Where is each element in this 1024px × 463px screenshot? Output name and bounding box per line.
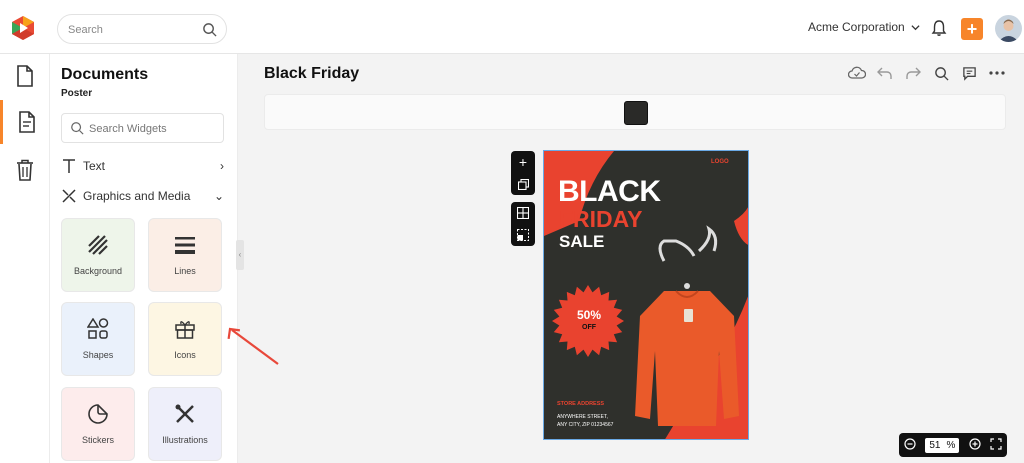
panel-collapse-handle[interactable]: ‹	[236, 240, 244, 270]
tile-stickers-label: Stickers	[81, 435, 114, 445]
section-graphics-label: Graphics and Media	[83, 189, 191, 203]
fullscreen-icon[interactable]	[990, 437, 1002, 453]
global-search[interactable]	[57, 14, 227, 44]
trash-icon	[17, 159, 33, 181]
zoom-control: 51 %	[899, 433, 1007, 457]
document-title[interactable]: Black Friday	[264, 65, 359, 83]
zoom-value: 51	[929, 439, 941, 451]
redo-icon[interactable]	[904, 64, 922, 82]
poster-line-friday: FRIDAY	[559, 206, 643, 232]
shapes-icon	[87, 318, 109, 339]
sticker-icon	[88, 404, 108, 424]
bell-icon[interactable]	[930, 19, 948, 37]
search-icon	[71, 122, 84, 135]
zoom-value-box[interactable]: 51 %	[925, 437, 960, 453]
fill-color-swatch[interactable]	[624, 101, 648, 125]
grid-icon[interactable]	[511, 202, 535, 224]
poster-address-2: ANY CITY, ZIP 01234567	[557, 422, 614, 428]
rail-item-documents[interactable]	[0, 54, 50, 98]
gift-icon	[175, 321, 195, 339]
resize-icon[interactable]	[511, 224, 535, 246]
zoom-in-icon[interactable]	[969, 437, 981, 453]
panel-title: Documents	[61, 66, 149, 83]
editor-toolbar	[848, 64, 1006, 82]
rail-item-trash[interactable]	[0, 148, 50, 192]
poster-logo: LOGO	[711, 159, 729, 165]
search-icon[interactable]	[202, 22, 217, 37]
tile-lines-label: Lines	[174, 266, 196, 276]
annotation-arrow-icon	[227, 327, 279, 365]
poster-line-black: BLACK	[558, 175, 661, 208]
chevron-down-icon	[911, 24, 920, 30]
tile-stickers[interactable]: Stickers	[61, 387, 135, 461]
widget-panel: Documents Poster Text › Graphics and Med…	[50, 54, 238, 463]
document-lines-icon	[18, 111, 35, 133]
poster-badge-text: OFF	[582, 324, 596, 331]
graphics-icon	[62, 189, 76, 203]
section-text-label: Text	[83, 159, 106, 173]
panel-subtitle: Poster	[61, 88, 93, 99]
cloud-save-icon[interactable]	[848, 64, 866, 82]
zoom-out-icon[interactable]	[904, 437, 916, 453]
chevron-down-icon: ⌄	[213, 189, 224, 203]
illustration-icon	[175, 404, 194, 423]
more-options-icon[interactable]	[988, 64, 1006, 82]
widget-search[interactable]	[61, 113, 224, 143]
tile-shapes-label: Shapes	[82, 350, 114, 360]
comment-icon[interactable]	[960, 64, 978, 82]
add-page-icon[interactable]: +	[511, 151, 535, 173]
poster-badge-value: 50%	[577, 308, 602, 322]
poster-store-label: STORE ADDRESS	[557, 401, 605, 407]
section-text[interactable]: Text ›	[61, 155, 224, 177]
poster-canvas[interactable]: LOGO BLACK FRIDAY SALE 50% OFF STORE ADD…	[543, 150, 749, 440]
background-icon	[88, 235, 108, 255]
tile-icons-label: Icons	[174, 350, 196, 360]
tile-background-label: Background	[73, 266, 123, 276]
tile-illustrations-label: Illustrations	[162, 435, 208, 445]
org-name: Acme Corporation	[808, 20, 905, 34]
tile-icons[interactable]: Icons	[148, 302, 222, 376]
zoom-unit: %	[946, 439, 956, 451]
org-switcher[interactable]: Acme Corporation	[808, 20, 920, 34]
top-bar: Acme Corporation +	[0, 0, 1024, 54]
text-icon	[63, 159, 75, 173]
document-icon	[17, 65, 33, 87]
tile-lines[interactable]: Lines	[148, 218, 222, 292]
global-search-input[interactable]	[68, 21, 198, 39]
create-button[interactable]: +	[961, 18, 983, 40]
app-logo-icon[interactable]	[10, 15, 36, 41]
rail-item-document-editor[interactable]	[0, 100, 50, 144]
duplicate-page-icon[interactable]	[511, 173, 535, 195]
tile-shapes[interactable]: Shapes	[61, 302, 135, 376]
canvas-layout-tools	[511, 202, 535, 246]
section-graphics-media[interactable]: Graphics and Media ⌄	[61, 185, 224, 207]
user-avatar[interactable]	[995, 15, 1022, 42]
left-rail	[0, 54, 50, 463]
undo-icon[interactable]	[876, 64, 894, 82]
lines-icon	[175, 237, 195, 254]
poster-line-sale: SALE	[559, 232, 605, 251]
poster-address-1: ANYWHERE STREET,	[557, 414, 608, 420]
canvas-add-tools: +	[511, 151, 535, 195]
chevron-right-icon: ›	[220, 159, 224, 173]
element-toolbar	[264, 94, 1006, 130]
tile-illustrations[interactable]: Illustrations	[148, 387, 222, 461]
widget-search-input[interactable]	[89, 121, 219, 137]
search-icon[interactable]	[932, 64, 950, 82]
tile-background[interactable]: Background	[61, 218, 135, 292]
